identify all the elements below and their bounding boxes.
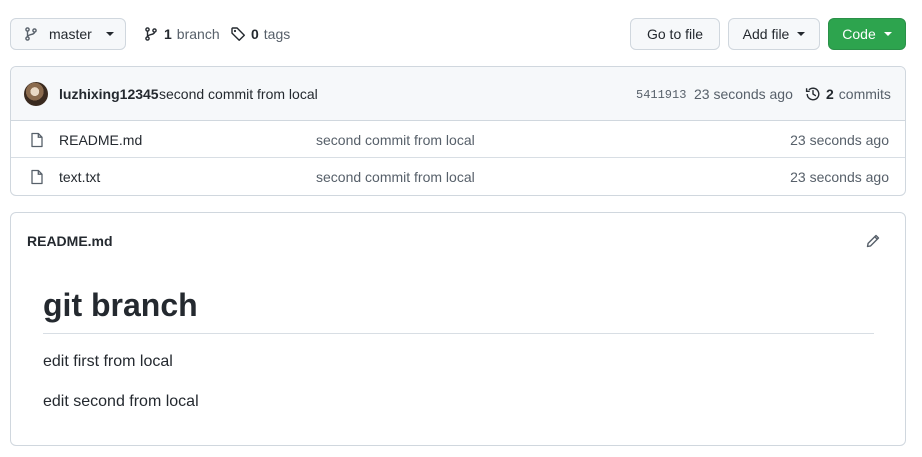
git-branch-icon: [23, 26, 39, 42]
branches-link[interactable]: 1 branch: [143, 18, 220, 50]
file-age: 23 seconds ago: [790, 132, 889, 148]
branch-name: master: [49, 26, 92, 42]
commits-count: 2: [826, 86, 834, 102]
file-name[interactable]: README.md: [59, 132, 142, 148]
avatar[interactable]: [24, 82, 48, 106]
latest-commit-bar: luzhixing12345 second commit from local …: [11, 67, 905, 121]
caret-down-icon: [105, 32, 114, 36]
file-icon: [29, 132, 45, 148]
code-button[interactable]: Code: [828, 18, 906, 50]
readme-filename[interactable]: README.md: [27, 233, 113, 249]
tag-icon: [230, 26, 246, 42]
go-to-file-label: Go to file: [646, 26, 704, 42]
readme-paragraph: edit first from local: [43, 353, 173, 370]
file-commit-message[interactable]: second commit from local: [316, 169, 475, 185]
git-branch-icon: [143, 26, 159, 42]
file-commit-message[interactable]: second commit from local: [316, 132, 475, 148]
caret-down-icon: [797, 32, 806, 36]
pencil-icon[interactable]: [865, 233, 881, 249]
commits-label: commits: [838, 86, 891, 102]
readme-paragraph: edit second from local: [43, 393, 199, 410]
code-label: Code: [842, 26, 876, 42]
file-list: luzhixing12345 second commit from local …: [10, 66, 906, 196]
tags-link[interactable]: 0 tags: [230, 18, 290, 50]
tags-count: 0: [251, 26, 259, 42]
repo-toolbar: master 1 branch 0 tags Go to file Add fi…: [10, 18, 906, 50]
history-icon: [805, 86, 821, 102]
branch-select-button[interactable]: master: [10, 18, 126, 50]
caret-down-icon: [883, 32, 892, 36]
add-file-button[interactable]: Add file: [728, 18, 820, 50]
file-icon: [29, 169, 45, 185]
readme-panel: README.md git branch edit first from loc…: [10, 212, 906, 446]
branches-label: branch: [176, 26, 220, 42]
add-file-label: Add file: [742, 26, 790, 42]
commit-sha[interactable]: 5411913: [636, 88, 686, 102]
commit-message[interactable]: second commit from local: [159, 86, 318, 102]
branches-count: 1: [164, 26, 172, 42]
go-to-file-button[interactable]: Go to file: [630, 18, 720, 50]
readme-heading: git branch: [43, 285, 874, 334]
file-name[interactable]: text.txt: [59, 169, 100, 185]
file-row[interactable]: text.txt second commit from local 23 sec…: [11, 158, 905, 195]
commit-time: 23 seconds ago: [694, 86, 793, 102]
file-age: 23 seconds ago: [790, 169, 889, 185]
tags-label: tags: [263, 26, 291, 42]
commit-author[interactable]: luzhixing12345: [59, 86, 159, 102]
file-row[interactable]: README.md second commit from local 23 se…: [11, 121, 905, 158]
commits-link[interactable]: 2 commits: [805, 86, 891, 102]
